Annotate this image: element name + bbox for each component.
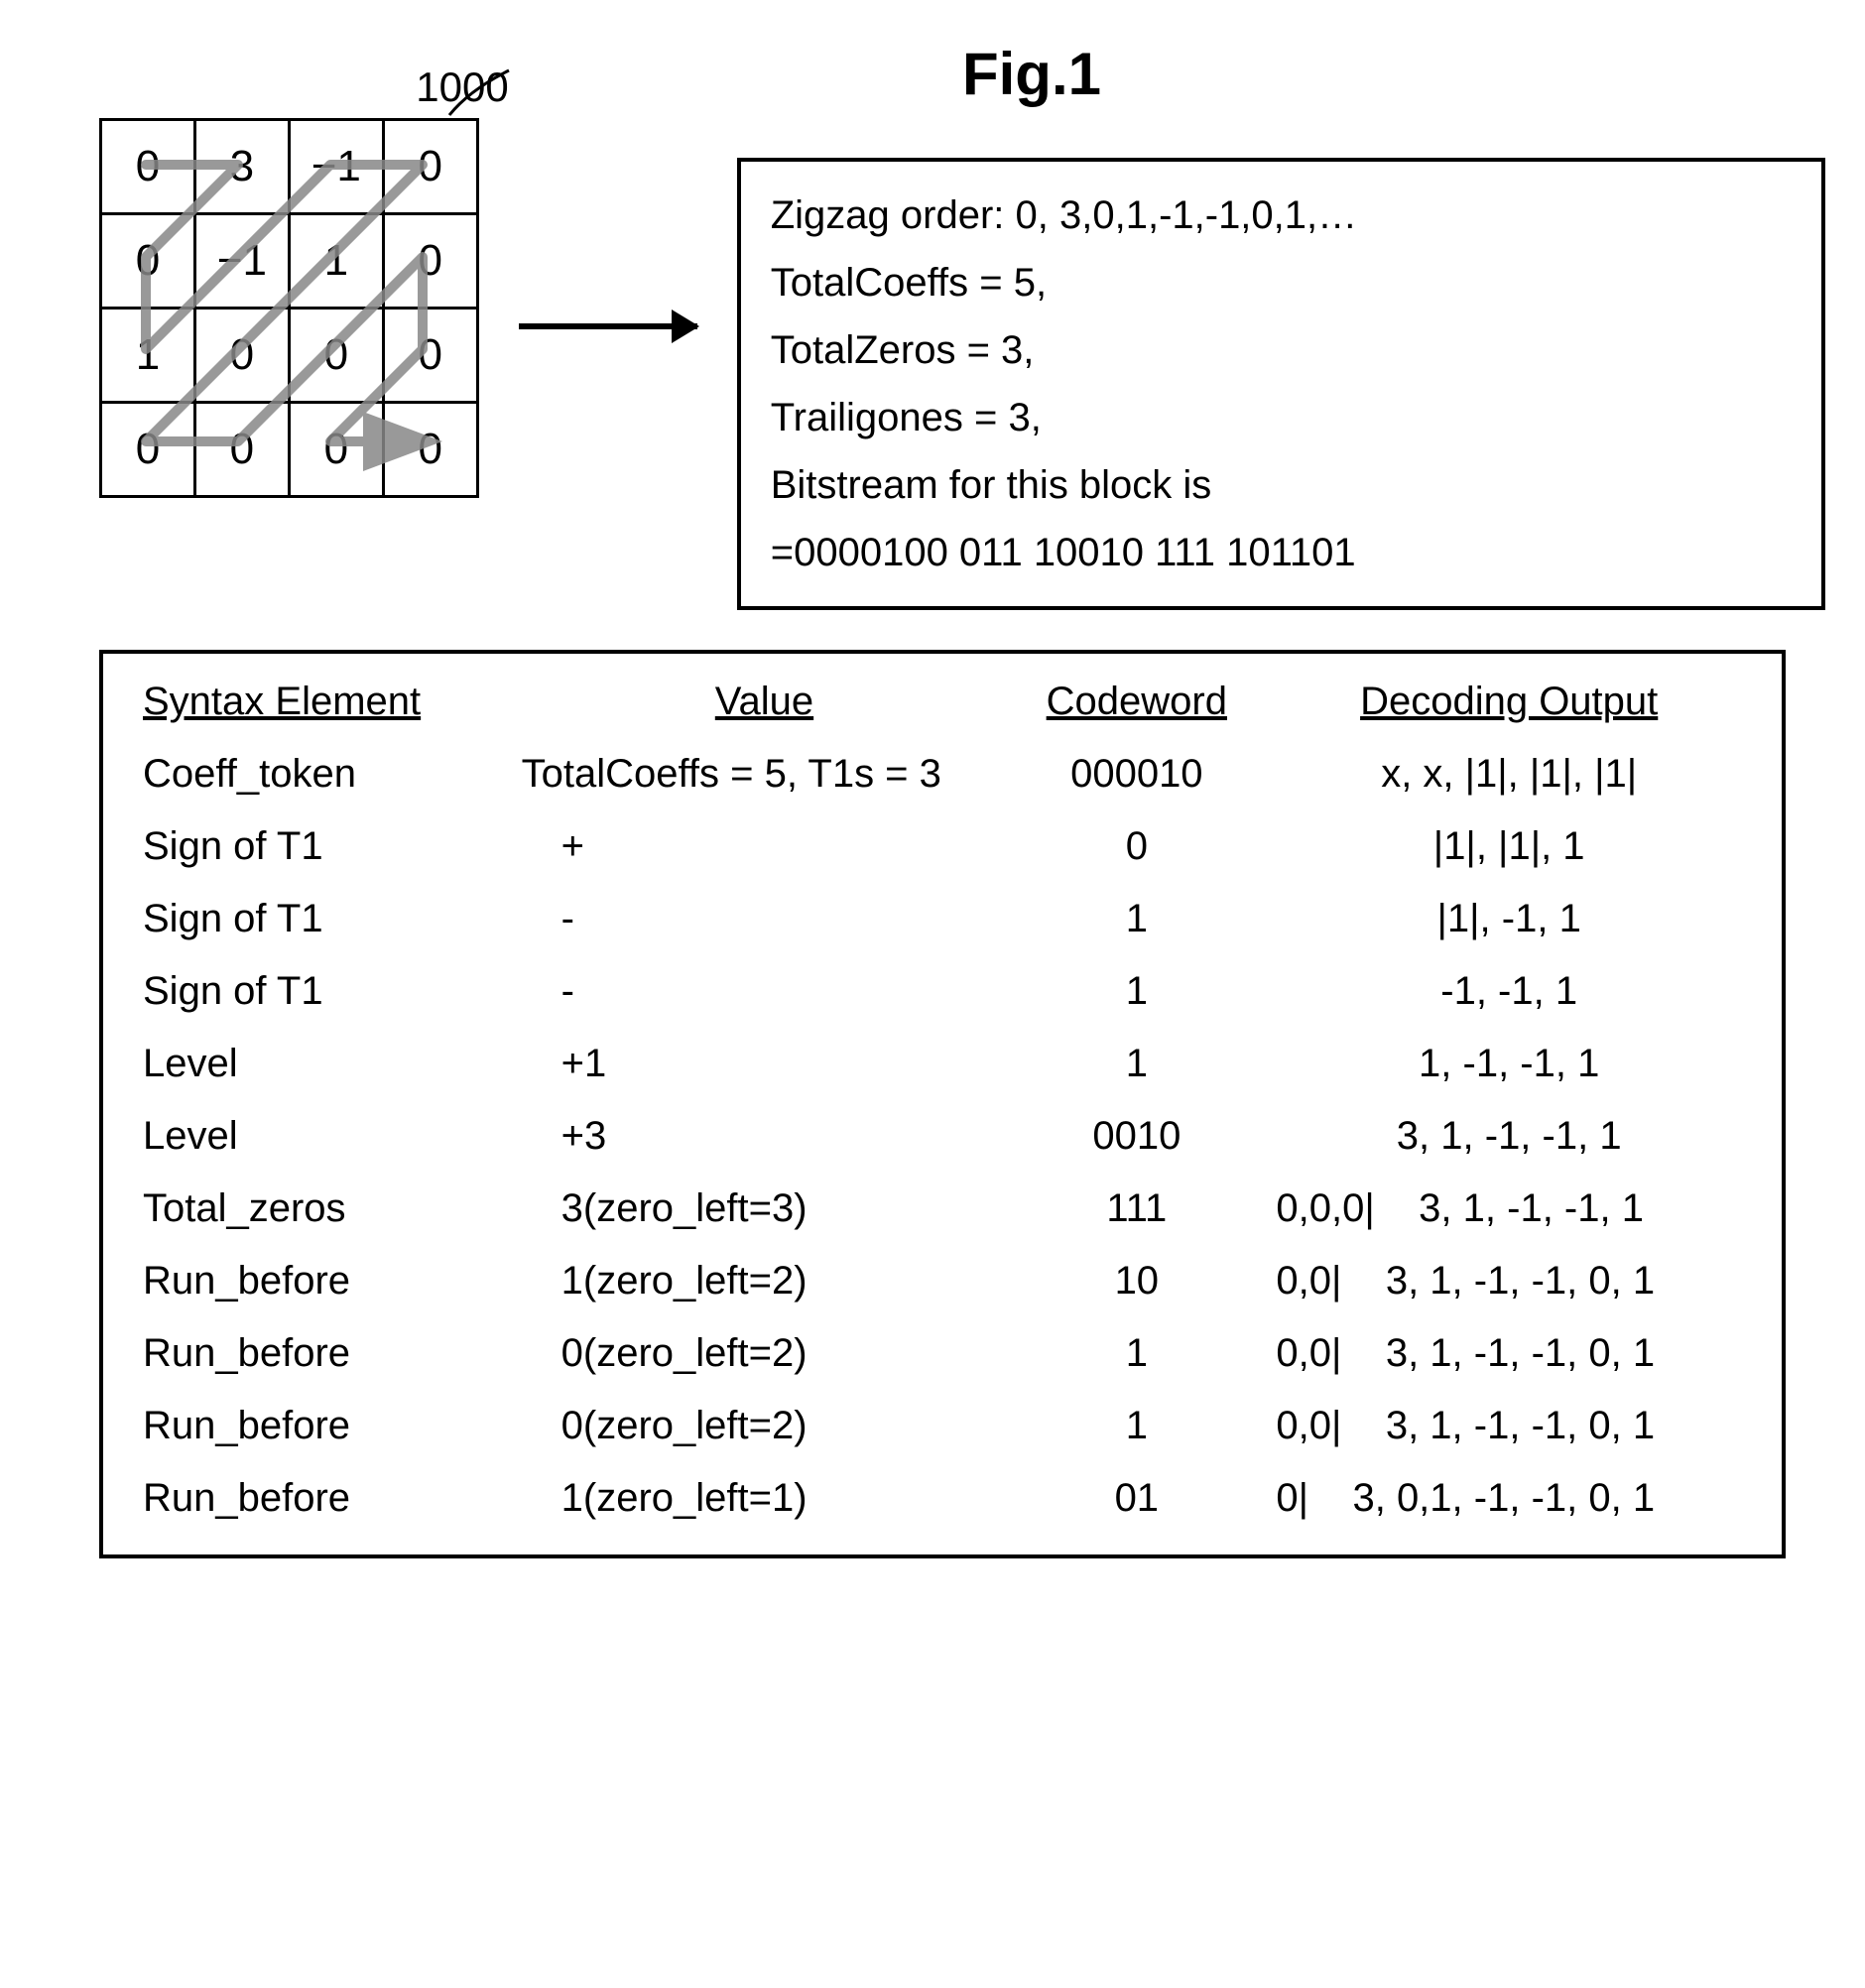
info-line: Zigzag order: 0, 3,0,1,-1,-1,0,1,… bbox=[771, 182, 1792, 249]
cell-value: 0(zero_left=2) bbox=[522, 1317, 1008, 1390]
info-line: Trailigones = 3, bbox=[771, 384, 1792, 451]
matrix-cell: 3 bbox=[194, 120, 289, 214]
table-row: Run_before1(zero_left=1)010| 3, 0,1, -1,… bbox=[133, 1462, 1752, 1535]
cell-output: 0,0| 3, 1, -1, -1, 0, 1 bbox=[1266, 1245, 1752, 1317]
cell-syntax: Sign of T1 bbox=[133, 810, 522, 883]
matrix-cell: −1 bbox=[194, 214, 289, 309]
cell-codeword: 0010 bbox=[1007, 1100, 1266, 1173]
cell-syntax: Coeff_token bbox=[133, 738, 522, 810]
cell-codeword: 1 bbox=[1007, 883, 1266, 955]
cell-codeword: 10 bbox=[1007, 1245, 1266, 1317]
table-row: Run_before0(zero_left=2)10,0| 3, 1, -1, … bbox=[133, 1317, 1752, 1390]
matrix-row: 0 −1 1 0 bbox=[101, 214, 478, 309]
cell-codeword: 111 bbox=[1007, 1173, 1266, 1245]
cell-value: 0(zero_left=2) bbox=[522, 1390, 1008, 1462]
matrix-cell: 0 bbox=[101, 403, 195, 497]
cell-value: +3 bbox=[522, 1100, 1008, 1173]
cell-syntax: Level bbox=[133, 1028, 522, 1100]
cell-syntax: Run_before bbox=[133, 1462, 522, 1535]
cell-value: 1(zero_left=1) bbox=[522, 1462, 1008, 1535]
arrow-right-icon bbox=[519, 323, 697, 329]
table-row: Level+111, -1, -1, 1 bbox=[133, 1028, 1752, 1100]
cell-syntax: Sign of T1 bbox=[133, 883, 522, 955]
cell-output: |1|, |1|, 1 bbox=[1266, 810, 1752, 883]
table-row: Run_before0(zero_left=2)10,0| 3, 1, -1, … bbox=[133, 1390, 1752, 1462]
cell-codeword: 1 bbox=[1007, 1317, 1266, 1390]
matrix-cell: 1 bbox=[289, 214, 383, 309]
info-line: Bitstream for this block is bbox=[771, 451, 1792, 519]
table-row: Sign of T1+0|1|, |1|, 1 bbox=[133, 810, 1752, 883]
matrix-cell: 0 bbox=[383, 120, 477, 214]
cell-syntax: Run_before bbox=[133, 1390, 522, 1462]
cell-value: + bbox=[522, 810, 1008, 883]
header-syntax-element: Syntax Element bbox=[133, 674, 522, 738]
matrix-row: 1 0 0 0 bbox=[101, 309, 478, 403]
matrix-cell: 0 bbox=[383, 309, 477, 403]
table-row: Level+300103, 1, -1, -1, 1 bbox=[133, 1100, 1752, 1173]
syntax-table: Syntax Element Value Codeword Decoding O… bbox=[133, 674, 1752, 1535]
table-header-row: Syntax Element Value Codeword Decoding O… bbox=[133, 674, 1752, 738]
cell-output: 0| 3, 0,1, -1, -1, 0, 1 bbox=[1266, 1462, 1752, 1535]
matrix-cell: 0 bbox=[383, 214, 477, 309]
table-row: Total_zeros3(zero_left=3)1110,0,0| 3, 1,… bbox=[133, 1173, 1752, 1245]
info-line: TotalZeros = 3, bbox=[771, 316, 1792, 384]
info-line: TotalCoeffs = 5, bbox=[771, 249, 1792, 316]
matrix-wrap: 1000 0 3 −1 0 0 −1 1 0 1 0 bbox=[99, 118, 479, 498]
cell-syntax: Run_before bbox=[133, 1317, 522, 1390]
table-row: Sign of T1-1-1, -1, 1 bbox=[133, 955, 1752, 1028]
info-box: Zigzag order: 0, 3,0,1,-1,-1,0,1,… Total… bbox=[737, 158, 1825, 610]
syntax-table-wrap: Syntax Element Value Codeword Decoding O… bbox=[99, 650, 1786, 1558]
matrix-grid: 0 3 −1 0 0 −1 1 0 1 0 0 0 bbox=[99, 118, 479, 498]
cell-output: 1, -1, -1, 1 bbox=[1266, 1028, 1752, 1100]
cell-output: -1, -1, 1 bbox=[1266, 955, 1752, 1028]
cell-output: 0,0| 3, 1, -1, -1, 0, 1 bbox=[1266, 1390, 1752, 1462]
table-row: Run_before1(zero_left=2)100,0| 3, 1, -1,… bbox=[133, 1245, 1752, 1317]
cell-output: x, x, |1|, |1|, |1| bbox=[1266, 738, 1752, 810]
header-decoding-output: Decoding Output bbox=[1266, 674, 1752, 738]
matrix-cell: 0 bbox=[289, 309, 383, 403]
cell-codeword: 1 bbox=[1007, 1028, 1266, 1100]
table-row: Sign of T1-1|1|, -1, 1 bbox=[133, 883, 1752, 955]
cell-value: 1(zero_left=2) bbox=[522, 1245, 1008, 1317]
header-codeword: Codeword bbox=[1007, 674, 1266, 738]
coefficient-matrix: 0 3 −1 0 0 −1 1 0 1 0 0 0 bbox=[99, 118, 479, 498]
matrix-row: 0 3 −1 0 bbox=[101, 120, 478, 214]
arrow-wrap bbox=[519, 118, 697, 495]
cell-output: 3, 1, -1, -1, 1 bbox=[1266, 1100, 1752, 1173]
cell-syntax: Sign of T1 bbox=[133, 955, 522, 1028]
cell-codeword: 1 bbox=[1007, 955, 1266, 1028]
matrix-cell: 0 bbox=[194, 309, 289, 403]
matrix-cell: 0 bbox=[194, 403, 289, 497]
cell-codeword: 01 bbox=[1007, 1462, 1266, 1535]
matrix-cell: 0 bbox=[101, 214, 195, 309]
cell-output: 0,0,0| 3, 1, -1, -1, 1 bbox=[1266, 1173, 1752, 1245]
table-row: Coeff_tokenTotalCoeffs = 5, T1s = 300001… bbox=[133, 738, 1752, 810]
info-line: =0000100 011 10010 111 101101 bbox=[771, 519, 1792, 586]
cell-output: 0,0| 3, 1, -1, -1, 0, 1 bbox=[1266, 1317, 1752, 1390]
cell-syntax: Level bbox=[133, 1100, 522, 1173]
cell-value: - bbox=[522, 883, 1008, 955]
cell-value: +1 bbox=[522, 1028, 1008, 1100]
header-value: Value bbox=[522, 674, 1008, 738]
cell-output: |1|, -1, 1 bbox=[1266, 883, 1752, 955]
cell-codeword: 0 bbox=[1007, 810, 1266, 883]
cell-codeword: 000010 bbox=[1007, 738, 1266, 810]
cell-syntax: Run_before bbox=[133, 1245, 522, 1317]
top-section: 1000 0 3 −1 0 0 −1 1 0 1 0 bbox=[99, 118, 1825, 610]
cell-syntax: Total_zeros bbox=[133, 1173, 522, 1245]
matrix-cell: −1 bbox=[289, 120, 383, 214]
matrix-cell: 0 bbox=[101, 120, 195, 214]
cell-codeword: 1 bbox=[1007, 1390, 1266, 1462]
matrix-row: 0 0 0 0 bbox=[101, 403, 478, 497]
matrix-cell: 0 bbox=[383, 403, 477, 497]
cell-value: 3(zero_left=3) bbox=[522, 1173, 1008, 1245]
cell-value: TotalCoeffs = 5, T1s = 3 bbox=[522, 738, 1008, 810]
matrix-cell: 0 bbox=[289, 403, 383, 497]
cell-value: - bbox=[522, 955, 1008, 1028]
matrix-cell: 1 bbox=[101, 309, 195, 403]
